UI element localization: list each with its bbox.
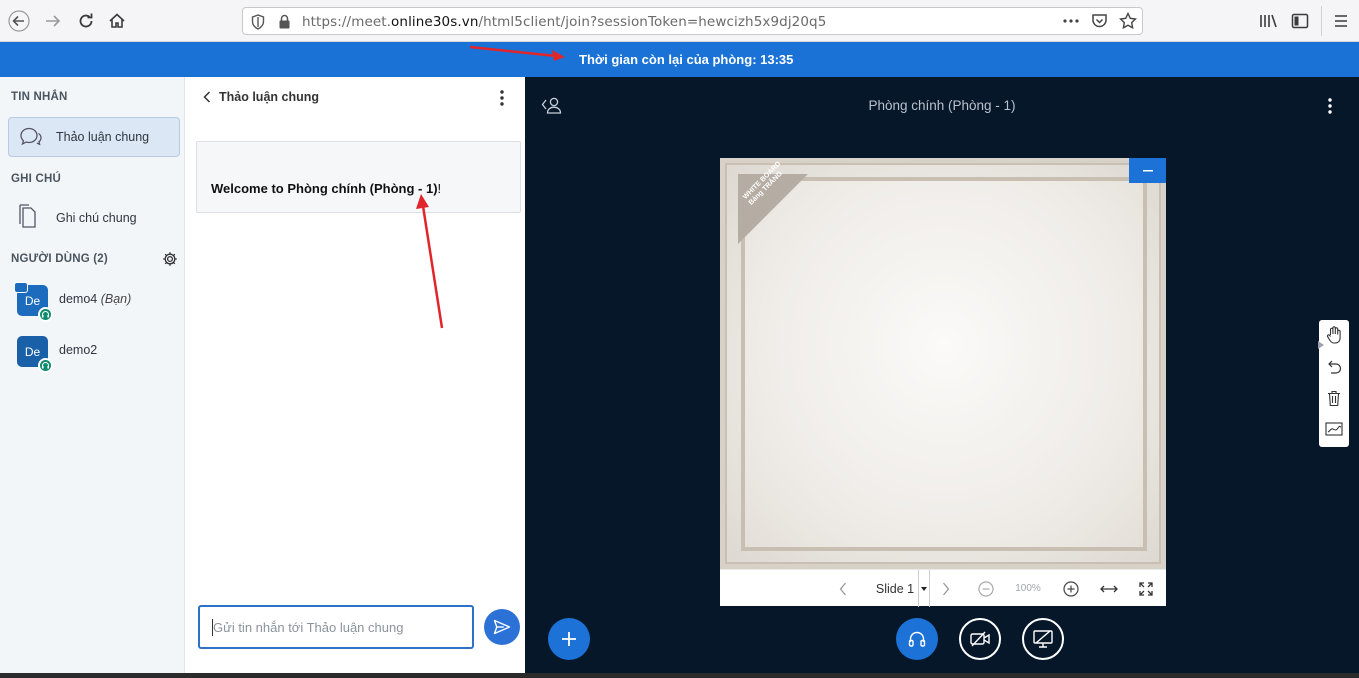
presenter-icon <box>14 282 28 293</box>
chat-title: Thảo luận chung <box>219 90 319 104</box>
zoom-out-button[interactable] <box>976 570 996 607</box>
send-message-button[interactable] <box>484 609 520 645</box>
undo-button[interactable] <box>1319 352 1349 382</box>
sidebar-item-shared-notes[interactable]: Ghi chú chung <box>8 200 180 234</box>
minimize-presentation-button[interactable] <box>1129 158 1166 183</box>
chat-bubbles-icon <box>18 126 44 148</box>
more-actions-icon[interactable] <box>1063 19 1079 23</box>
back-icon[interactable] <box>6 8 32 34</box>
chat-back-button[interactable]: Thảo luận chung <box>203 90 319 104</box>
whiteboard-icon <box>1325 422 1343 436</box>
chat-message-input[interactable]: Gửi tin nhắn tới Thảo luận chung <box>198 605 474 649</box>
document-icon <box>17 203 37 229</box>
multi-user-whiteboard-button[interactable] <box>1319 414 1349 444</box>
fit-width-button[interactable] <box>1097 570 1121 607</box>
chevron-right-icon <box>943 582 950 595</box>
url-text[interactable]: https://meet.online30s.vn/html5client/jo… <box>302 14 826 30</box>
screen-share-off-icon <box>1033 630 1053 648</box>
toolbar-divider <box>1321 6 1322 36</box>
actions-plus-button[interactable] <box>548 618 590 660</box>
presentation-area: Phòng chính (Phòng - 1) WHITE BOARD Bảng … <box>525 77 1359 678</box>
whiteboard-tools <box>1319 320 1349 447</box>
hamburger-menu-icon[interactable] <box>1328 8 1354 34</box>
room-title: Phòng chính (Phòng - 1) <box>868 98 1016 113</box>
welcome-message: Welcome to Phòng chính (Phòng - 1)! <box>196 141 521 213</box>
fit-width-icon <box>1100 585 1118 592</box>
sidebar-toggle-icon[interactable] <box>1287 8 1313 34</box>
send-icon <box>493 619 511 635</box>
options-menu-icon[interactable] <box>1325 97 1335 115</box>
tool-pointer-caret <box>1318 341 1324 349</box>
minus-icon <box>1142 169 1153 171</box>
chat-panel: Thảo luận chung Welcome to Phòng chính (… <box>185 77 525 678</box>
hand-icon <box>1326 326 1341 344</box>
video-off-icon <box>970 631 990 647</box>
slide-label: Slide 1 <box>875 581 915 596</box>
leave-audio-button[interactable] <box>896 618 938 660</box>
settings-gear-icon[interactable] <box>162 251 178 267</box>
chat-options-icon[interactable] <box>497 89 507 107</box>
public-chat-label: Thảo luận chung <box>56 130 150 144</box>
chevron-left-icon <box>839 582 846 595</box>
users-section-title: NGƯỜI DÙNG (2) <box>11 253 108 265</box>
lock-icon[interactable] <box>278 14 291 29</box>
library-icon[interactable] <box>1256 8 1282 34</box>
chevron-left-icon <box>203 91 211 103</box>
os-taskbar <box>0 673 1359 678</box>
home-icon[interactable] <box>104 8 130 34</box>
next-slide-button[interactable] <box>936 570 956 607</box>
bookmark-star-icon[interactable] <box>1119 12 1137 30</box>
caret-down-icon <box>921 586 927 591</box>
presentation-toolbar: Slide 1 100% <box>720 569 1166 607</box>
plus-icon <box>562 632 576 646</box>
notes-section-title: GHI CHÚ <box>11 173 61 185</box>
slide-dropdown[interactable] <box>918 570 930 607</box>
pocket-icon[interactable] <box>1091 13 1108 29</box>
reload-icon[interactable] <box>73 8 99 34</box>
zoom-level: 100% <box>1015 583 1041 594</box>
messages-section-title: TIN NHẮN <box>11 91 68 103</box>
fullscreen-icon <box>1139 581 1153 596</box>
headset-icon <box>38 358 53 373</box>
zoom-out-icon <box>978 580 994 597</box>
share-screen-button[interactable] <box>1022 618 1064 660</box>
presentation-slide[interactable]: WHITE BOARD Bảng TRẮNG Slide 1 100% <box>720 158 1166 607</box>
headset-icon <box>38 307 53 322</box>
address-bar[interactable]: https://meet.online30s.vn/html5client/jo… <box>242 7 1143 35</box>
user-name: demo2 <box>59 343 98 357</box>
previous-slide-button[interactable] <box>833 570 853 607</box>
room-timer-banner: Thời gian còn lại của phòng: 13:35 <box>0 42 1359 77</box>
forward-icon[interactable] <box>40 8 66 34</box>
headphones-icon <box>908 631 926 647</box>
user-list-item[interactable]: De demo4 (Bạn) <box>0 282 184 329</box>
shield-icon[interactable] <box>251 14 265 30</box>
chat-input-placeholder: Gửi tin nhắn tới Thảo luận chung <box>213 620 404 635</box>
zoom-in-icon <box>1063 580 1079 597</box>
shared-notes-label: Ghi chú chung <box>56 211 137 225</box>
user-list-item[interactable]: De demo2 <box>0 336 184 380</box>
zoom-in-button[interactable] <box>1061 570 1081 607</box>
undo-icon <box>1328 360 1342 374</box>
sidebar-item-public-chat[interactable]: Thảo luận chung <box>8 117 180 157</box>
share-webcam-button[interactable] <box>959 618 1001 660</box>
user-list-sidebar: TIN NHẮN Thảo luận chung GHI CHÚ Ghi chú… <box>0 77 185 678</box>
welcome-text: Welcome to Phòng chính (Phòng - 1)! <box>211 181 442 196</box>
trash-icon <box>1328 390 1340 406</box>
fullscreen-button[interactable] <box>1134 570 1158 607</box>
browser-toolbar: https://meet.online30s.vn/html5client/jo… <box>0 0 1359 42</box>
user-name: demo4 (Bạn) <box>59 292 132 306</box>
room-timer-text: Thời gian còn lại của phòng: 13:35 <box>579 52 794 67</box>
clear-annotations-button[interactable] <box>1319 383 1349 413</box>
